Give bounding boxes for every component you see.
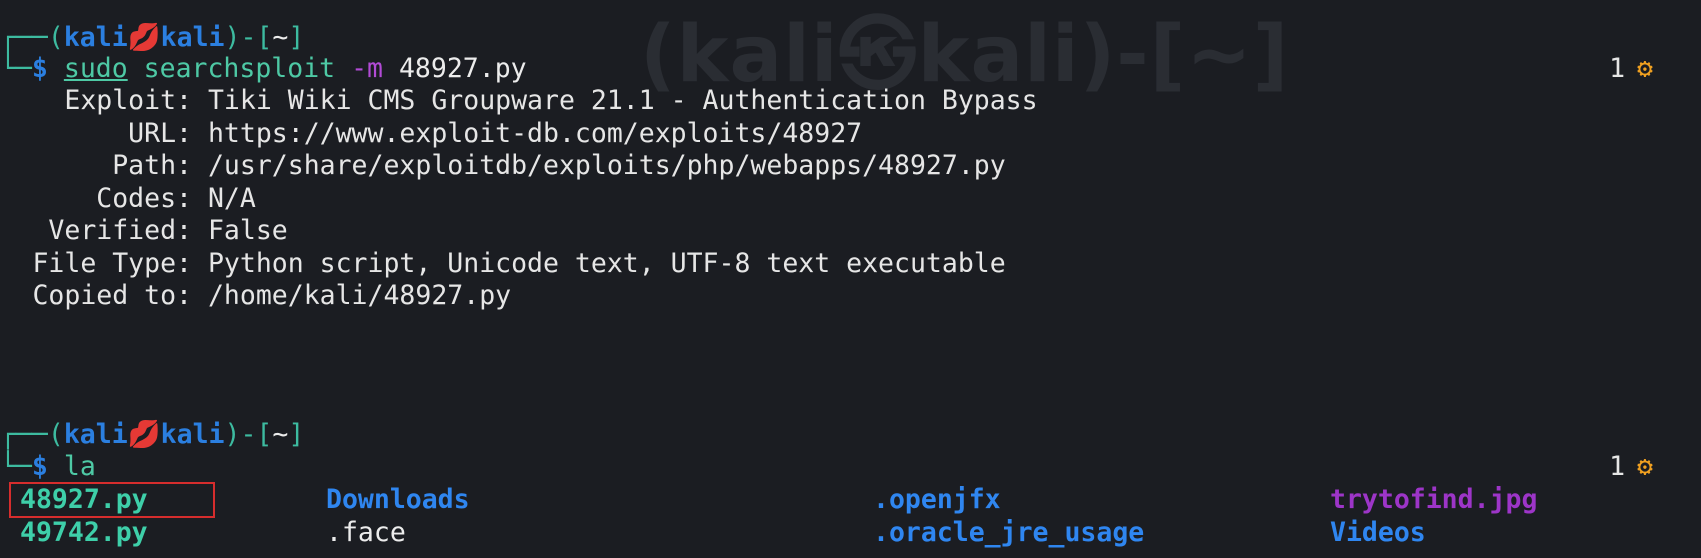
gear-icon: ⚙ [1637,451,1653,482]
info-row-verified: Verified: False [48,215,288,246]
info-row-exploit: Exploit: Tiki Wiki CMS Groupware 21.1 - … [64,85,1038,116]
info-row-codes: Codes: N/A [96,183,256,214]
command-line-1[interactable]: └─$ sudo searchsploit -m 48927.py [0,52,527,85]
file-49742-py[interactable]: 49742.py [20,516,148,549]
terminal-window[interactable]: (kali㉿kali)-[~] ┌──(kali💋kali)-[~] └─$ s… [0,0,1701,558]
dir-downloads[interactable]: Downloads [326,483,470,516]
command-line-2[interactable]: └─$ la [0,450,96,483]
dir-openjfx[interactable]: .openjfx [873,483,1001,516]
kiss-icon: 💋 [127,419,161,450]
info-row-path: Path: /usr/share/exploitdb/exploits/php/… [112,150,1006,181]
right-prompt-2: 1 ⚙ [1609,451,1653,482]
dir-videos[interactable]: Videos [1330,516,1426,549]
searchsploit-command: searchsploit [143,53,336,84]
command-arg: 48927.py [398,53,527,84]
info-row-url: URL: https://www.exploit-db.com/exploits… [128,118,863,149]
kiss-icon: 💋 [127,22,161,53]
la-command: la [63,451,96,482]
flag-m: -m [351,53,383,84]
gear-icon: ⚙ [1637,53,1653,84]
highlight-box [9,482,215,518]
right-prompt-1: 1 ⚙ [1609,53,1653,84]
prompt-line-1: ┌──(kali💋kali)-[~] [0,22,305,53]
info-row-filetype: File Type: Python script, Unicode text, … [32,248,1006,279]
info-row-copied: Copied to: /home/kali/48927.py [32,280,512,311]
sudo-command: sudo [63,53,128,84]
file-face[interactable]: .face [326,516,406,549]
file-trytofind-jpg[interactable]: trytofind.jpg [1330,483,1537,516]
dir-oracle-jre-usage[interactable]: .oracle_jre_usage [873,516,1144,549]
prompt-line-2: ┌──(kali💋kali)-[~] [0,419,305,450]
